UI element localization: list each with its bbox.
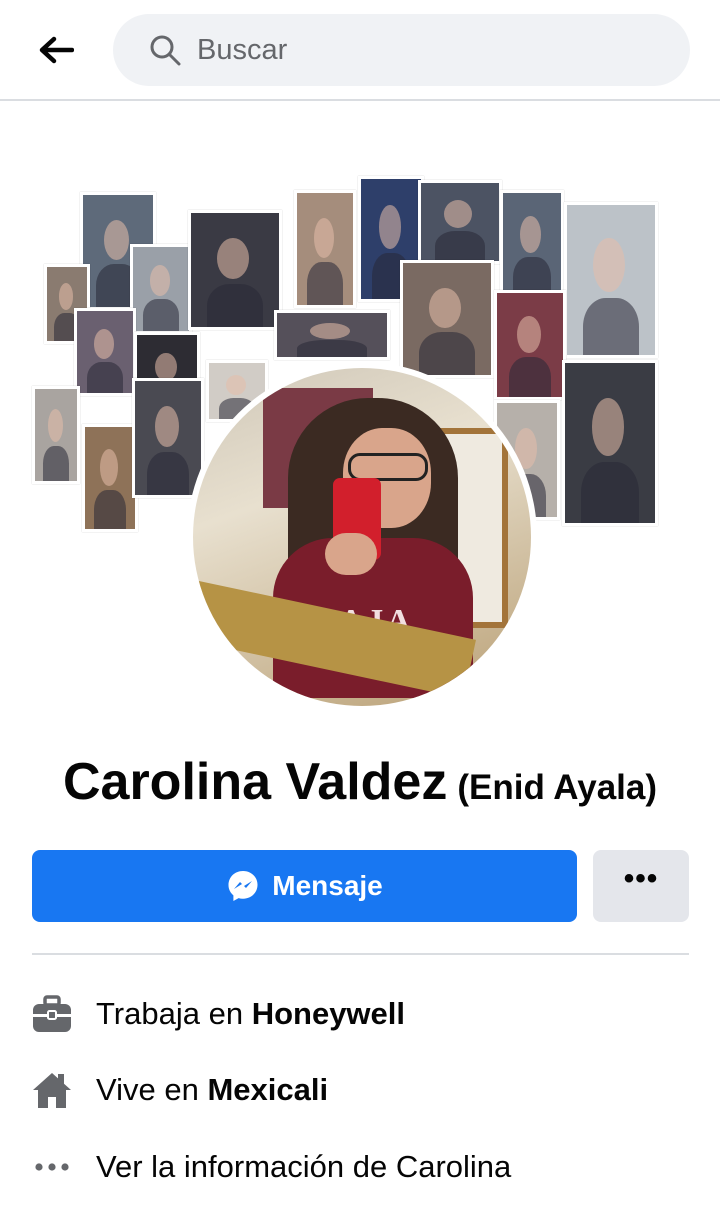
collage-photo	[82, 424, 138, 532]
profile-alternate-name: (Enid Ayala)	[457, 768, 658, 807]
collage-photo	[562, 360, 658, 526]
messenger-icon	[228, 871, 258, 901]
collage-photo	[294, 190, 356, 308]
profile-name: Carolina Valdez (Enid Ayala)	[0, 752, 720, 812]
house-icon	[32, 1070, 72, 1110]
collage-photo	[130, 244, 192, 334]
info-work-text: Trabaja en Honeywell	[96, 996, 406, 1031]
message-button[interactable]: Mensaje	[32, 850, 577, 922]
info-see-more[interactable]: Ver la información de Carolina	[32, 1143, 692, 1191]
city-link[interactable]: Mexicali	[207, 1072, 328, 1107]
collage-photo	[500, 190, 564, 300]
search-icon	[150, 35, 181, 66]
more-dots-icon	[32, 1147, 72, 1187]
collage-photo	[400, 260, 494, 378]
top-bar	[0, 0, 720, 101]
collage-photo	[188, 210, 282, 330]
collage-photo	[418, 180, 502, 264]
info-work: Trabaja en Honeywell	[32, 990, 692, 1038]
profile-photo: BAJA	[193, 368, 531, 706]
see-info-link[interactable]: Ver la información de Carolina	[96, 1149, 511, 1185]
briefcase-icon	[32, 994, 72, 1034]
collage-photo	[74, 308, 136, 396]
info-location-text: Vive en Mexicali	[96, 1072, 329, 1107]
collage-photo	[564, 202, 658, 358]
collage-photo	[32, 386, 80, 484]
collage-photo	[274, 310, 390, 360]
profile-picture[interactable]: BAJA	[187, 362, 537, 712]
collage-photo	[494, 290, 566, 400]
search-input[interactable]	[197, 33, 637, 67]
employer-link[interactable]: Honeywell	[252, 996, 405, 1031]
more-dots-icon: •••	[623, 862, 659, 895]
divider	[32, 953, 689, 955]
info-location: Vive en Mexicali	[32, 1066, 692, 1114]
arrow-left-icon	[39, 36, 74, 64]
search-bar[interactable]	[113, 14, 690, 86]
message-button-label: Mensaje	[272, 870, 383, 901]
collage-photo	[132, 378, 204, 498]
more-options-button[interactable]: •••	[593, 850, 689, 922]
back-button[interactable]	[30, 28, 82, 72]
profile-name-main: Carolina Valdez	[62, 753, 448, 811]
